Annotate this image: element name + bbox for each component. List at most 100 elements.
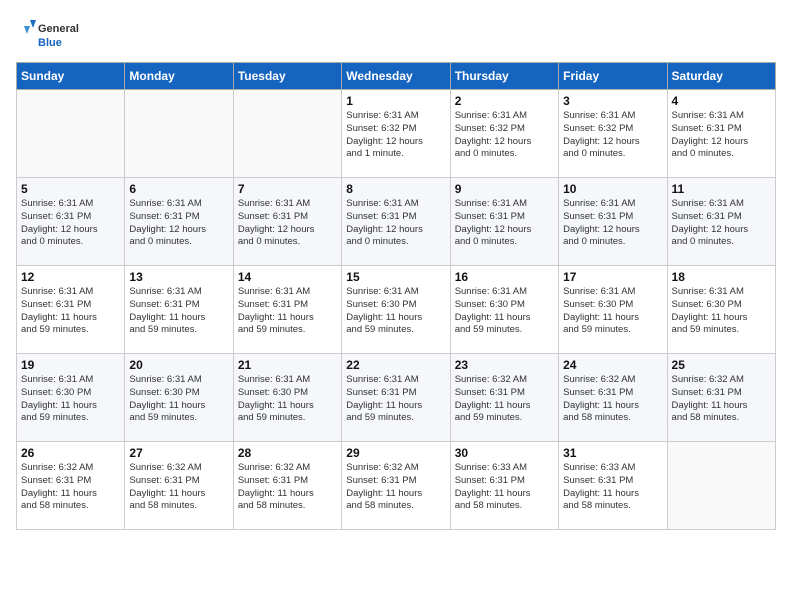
calendar-cell <box>233 90 341 178</box>
day-number: 15 <box>346 270 445 284</box>
calendar-cell: 2 Sunrise: 6:31 AM Sunset: 6:32 PM Daylig… <box>450 90 558 178</box>
day-number: 16 <box>455 270 554 284</box>
cell-daylight-info: Sunrise: 6:31 AM Sunset: 6:32 PM Dayligh… <box>346 110 445 161</box>
calendar-week-1: 1Sunrise: 6:31 AM Sunset: 6:32 PM Daylig… <box>17 90 776 178</box>
calendar-week-5: 26 Sunrise: 6:32 AM Sunset: 6:31 PM Dayli… <box>17 442 776 530</box>
calendar-cell: 1Sunrise: 6:31 AM Sunset: 6:32 PM Daylig… <box>342 90 450 178</box>
cell-daylight-info: Sunrise: 6:31 AM Sunset: 6:30 PM Dayligh… <box>455 286 554 337</box>
calendar-cell: 8 Sunrise: 6:31 AM Sunset: 6:31 PM Daylig… <box>342 178 450 266</box>
calendar-cell: 11 Sunrise: 6:31 AM Sunset: 6:31 PM Dayli… <box>667 178 775 266</box>
day-number: 23 <box>455 358 554 372</box>
calendar-cell: 14 Sunrise: 6:31 AM Sunset: 6:31 PM Dayli… <box>233 266 341 354</box>
calendar-cell: 25 Sunrise: 6:32 AM Sunset: 6:31 PM Dayli… <box>667 354 775 442</box>
day-number: 3 <box>563 94 662 108</box>
day-number: 21 <box>238 358 337 372</box>
day-number: 27 <box>129 446 228 460</box>
day-number: 22 <box>346 358 445 372</box>
day-number: 26 <box>21 446 120 460</box>
calendar-cell: 28 Sunrise: 6:32 AM Sunset: 6:31 PM Dayli… <box>233 442 341 530</box>
cell-daylight-info: Sunrise: 6:32 AM Sunset: 6:31 PM Dayligh… <box>346 462 445 513</box>
cell-daylight-info: Sunrise: 6:33 AM Sunset: 6:31 PM Dayligh… <box>455 462 554 513</box>
day-number: 8 <box>346 182 445 196</box>
calendar-cell: 5Sunrise: 6:31 AM Sunset: 6:31 PM Daylig… <box>17 178 125 266</box>
calendar-cell: 30 Sunrise: 6:33 AM Sunset: 6:31 PM Dayli… <box>450 442 558 530</box>
cell-daylight-info: Sunrise: 6:31 AM Sunset: 6:32 PM Dayligh… <box>563 110 662 161</box>
day-number: 14 <box>238 270 337 284</box>
cell-daylight-info: Sunrise: 6:32 AM Sunset: 6:31 PM Dayligh… <box>238 462 337 513</box>
calendar-cell: 7 Sunrise: 6:31 AM Sunset: 6:31 PM Daylig… <box>233 178 341 266</box>
calendar-cell: 31 Sunrise: 6:33 AM Sunset: 6:31 PM Dayli… <box>559 442 667 530</box>
calendar-cell: 15 Sunrise: 6:31 AM Sunset: 6:30 PM Dayli… <box>342 266 450 354</box>
cell-daylight-info: Sunrise: 6:31 AM Sunset: 6:30 PM Dayligh… <box>129 374 228 425</box>
header: General Blue <box>16 16 776 54</box>
cell-daylight-info: Sunrise: 6:31 AM Sunset: 6:31 PM Dayligh… <box>238 198 337 249</box>
cell-daylight-info: Sunrise: 6:31 AM Sunset: 6:31 PM Dayligh… <box>455 198 554 249</box>
weekday-header-wednesday: Wednesday <box>342 63 450 90</box>
logo-svg: General Blue <box>16 16 96 54</box>
cell-daylight-info: Sunrise: 6:33 AM Sunset: 6:31 PM Dayligh… <box>563 462 662 513</box>
day-number: 13 <box>129 270 228 284</box>
weekday-header-thursday: Thursday <box>450 63 558 90</box>
day-number: 7 <box>238 182 337 196</box>
calendar-cell: 29 Sunrise: 6:32 AM Sunset: 6:31 PM Dayli… <box>342 442 450 530</box>
cell-daylight-info: Sunrise: 6:32 AM Sunset: 6:31 PM Dayligh… <box>563 374 662 425</box>
calendar-cell: 21 Sunrise: 6:31 AM Sunset: 6:30 PM Dayli… <box>233 354 341 442</box>
weekday-header-monday: Monday <box>125 63 233 90</box>
calendar-cell: 22 Sunrise: 6:31 AM Sunset: 6:31 PM Dayli… <box>342 354 450 442</box>
calendar-cell <box>667 442 775 530</box>
day-number: 12 <box>21 270 120 284</box>
cell-daylight-info: Sunrise: 6:31 AM Sunset: 6:31 PM Dayligh… <box>238 286 337 337</box>
calendar-cell <box>125 90 233 178</box>
cell-daylight-info: Sunrise: 6:31 AM Sunset: 6:32 PM Dayligh… <box>455 110 554 161</box>
cell-daylight-info: Sunrise: 6:31 AM Sunset: 6:31 PM Dayligh… <box>346 198 445 249</box>
cell-daylight-info: Sunrise: 6:32 AM Sunset: 6:31 PM Dayligh… <box>455 374 554 425</box>
day-number: 4 <box>672 94 771 108</box>
day-number: 11 <box>672 182 771 196</box>
logo: General Blue <box>16 16 96 54</box>
calendar-cell: 18 Sunrise: 6:31 AM Sunset: 6:30 PM Dayli… <box>667 266 775 354</box>
cell-daylight-info: Sunrise: 6:31 AM Sunset: 6:30 PM Dayligh… <box>238 374 337 425</box>
day-number: 2 <box>455 94 554 108</box>
calendar-week-4: 19 Sunrise: 6:31 AM Sunset: 6:30 PM Dayli… <box>17 354 776 442</box>
cell-daylight-info: Sunrise: 6:31 AM Sunset: 6:31 PM Dayligh… <box>672 198 771 249</box>
cell-daylight-info: Sunrise: 6:32 AM Sunset: 6:31 PM Dayligh… <box>129 462 228 513</box>
cell-daylight-info: Sunrise: 6:31 AM Sunset: 6:31 PM Dayligh… <box>21 286 120 337</box>
calendar-cell: 3 Sunrise: 6:31 AM Sunset: 6:32 PM Daylig… <box>559 90 667 178</box>
day-number: 30 <box>455 446 554 460</box>
day-number: 18 <box>672 270 771 284</box>
calendar-cell: 23 Sunrise: 6:32 AM Sunset: 6:31 PM Dayli… <box>450 354 558 442</box>
day-number: 28 <box>238 446 337 460</box>
day-number: 10 <box>563 182 662 196</box>
calendar-week-2: 5 Sunrise: 6:31 AM Sunset: 6:31 PM Daylig… <box>17 178 776 266</box>
calendar-cell: 17Sunrise: 6:31 AM Sunset: 6:30 PM Dayli… <box>559 266 667 354</box>
cell-daylight-info: Sunrise: 6:31 AM Sunset: 6:31 PM Dayligh… <box>563 198 662 249</box>
day-number: 31 <box>563 446 662 460</box>
day-number: 20 <box>129 358 228 372</box>
day-number: 24 <box>563 358 662 372</box>
svg-text:General: General <box>38 23 79 35</box>
cell-daylight-info: Sunrise: 6:31 AM Sunset: 6:31 PM Dayligh… <box>672 110 771 161</box>
day-number: 6 <box>129 182 228 196</box>
calendar-cell: 6Sunrise: 6:31 AM Sunset: 6:31 PM Daylig… <box>125 178 233 266</box>
weekday-header-friday: Friday <box>559 63 667 90</box>
svg-text:Blue: Blue <box>38 37 62 49</box>
cell-daylight-info: Sunrise: 6:32 AM Sunset: 6:31 PM Dayligh… <box>672 374 771 425</box>
calendar-cell: 10 Sunrise: 6:31 AM Sunset: 6:31 PM Dayli… <box>559 178 667 266</box>
cell-daylight-info: Sunrise: 6:31 AM Sunset: 6:31 PM Dayligh… <box>129 286 228 337</box>
day-number: 29 <box>346 446 445 460</box>
cell-daylight-info: Sunrise: 6:31 AM Sunset: 6:30 PM Dayligh… <box>346 286 445 337</box>
calendar: SundayMondayTuesdayWednesdayThursdayFrid… <box>16 62 776 530</box>
day-number: 19 <box>21 358 120 372</box>
cell-daylight-info: Sunrise: 6:31 AM Sunset: 6:31 PM Dayligh… <box>346 374 445 425</box>
weekday-header-saturday: Saturday <box>667 63 775 90</box>
day-number: 25 <box>672 358 771 372</box>
calendar-cell: 24 Sunrise: 6:32 AM Sunset: 6:31 PM Dayli… <box>559 354 667 442</box>
calendar-cell <box>17 90 125 178</box>
calendar-cell: 13 Sunrise: 6:31 AM Sunset: 6:31 PM Dayli… <box>125 266 233 354</box>
day-number: 5 <box>21 182 120 196</box>
calendar-cell: 16 Sunrise: 6:31 AM Sunset: 6:30 PM Dayli… <box>450 266 558 354</box>
calendar-week-3: 12 Sunrise: 6:31 AM Sunset: 6:31 PM Dayli… <box>17 266 776 354</box>
cell-daylight-info: Sunrise: 6:31 AM Sunset: 6:30 PM Dayligh… <box>563 286 662 337</box>
cell-daylight-info: Sunrise: 6:31 AM Sunset: 6:30 PM Dayligh… <box>672 286 771 337</box>
calendar-cell: 12 Sunrise: 6:31 AM Sunset: 6:31 PM Dayli… <box>17 266 125 354</box>
